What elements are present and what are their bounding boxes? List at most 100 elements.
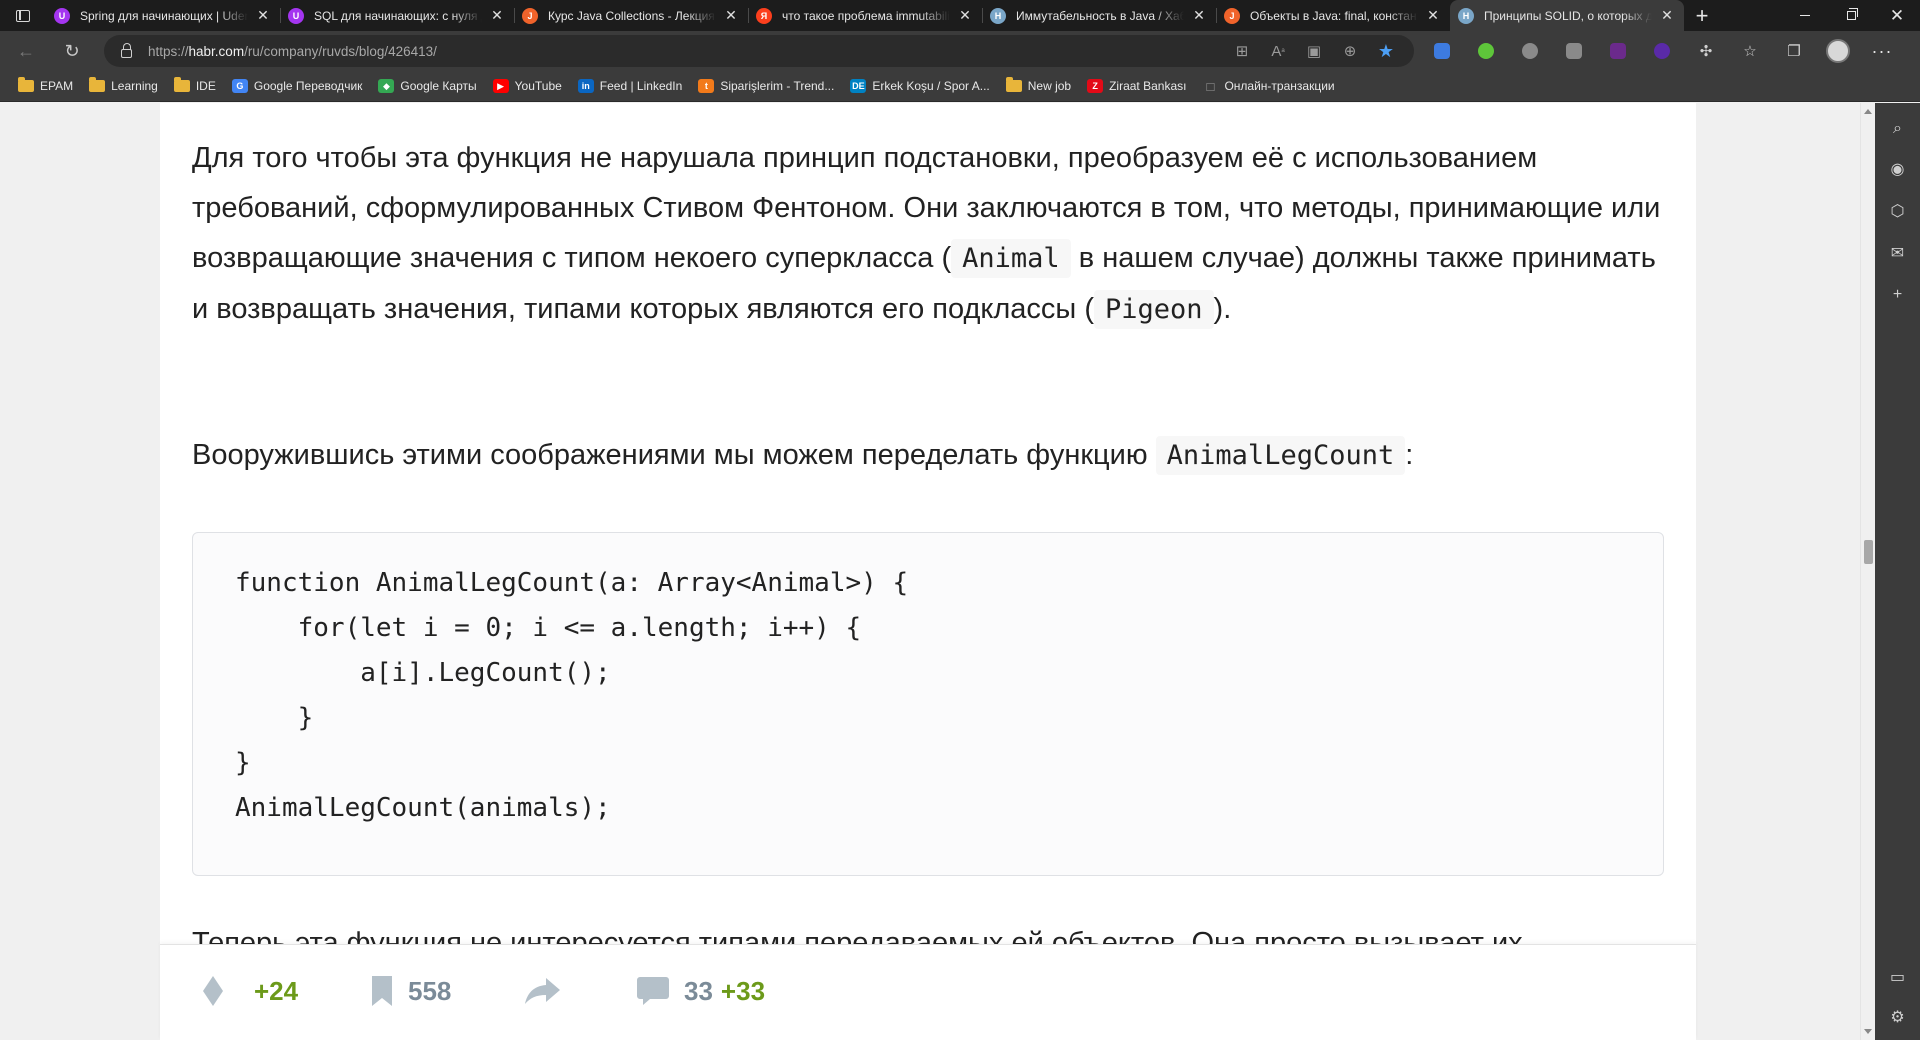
- favorite-item[interactable]: G Google Переводчик: [226, 73, 369, 99]
- sidebar-settings-icon[interactable]: ⚙: [1875, 999, 1920, 1035]
- profile-avatar[interactable]: [1816, 31, 1860, 71]
- favorite-label: EPAM: [40, 79, 74, 93]
- restore-icon: [1846, 8, 1858, 20]
- tab-title: что такое проблема immutability в java: [782, 8, 950, 23]
- favorite-item[interactable]: Learning: [83, 73, 164, 99]
- close-window-button[interactable]: ✕: [1874, 0, 1920, 31]
- translator-extension-icon[interactable]: [1420, 31, 1464, 71]
- outlook-icon[interactable]: ✉: [1875, 235, 1920, 271]
- comment-icon: [637, 977, 669, 1005]
- tab-actions-button[interactable]: [0, 0, 46, 31]
- inline-code: AnimalLegCount: [1155, 436, 1406, 475]
- immersive-reader-icon[interactable]: ▣: [1296, 35, 1332, 67]
- tab-close-icon[interactable]: ✕: [956, 7, 974, 25]
- url-text[interactable]: https://habr.com/ru/company/ruvds/blog/4…: [148, 44, 437, 59]
- scroll-up-icon[interactable]: [1864, 109, 1872, 114]
- rating-value: +24: [254, 975, 299, 1006]
- collections-icon[interactable]: ❐: [1772, 31, 1816, 71]
- code-block: function AnimalLegCount(a: Array<Animal>…: [192, 532, 1664, 876]
- browser-tab[interactable]: Ячто такое проблема immutability в java ✕: [748, 0, 982, 31]
- article-body: Для того чтобы эта функция не нарушала п…: [160, 103, 1696, 1040]
- favorite-item[interactable]: ▶ YouTube: [487, 73, 568, 99]
- sidebar-layout-icon[interactable]: ▭: [1875, 959, 1920, 995]
- rating-icon: [203, 976, 223, 1006]
- folder-icon: [89, 77, 106, 92]
- add-sidebar-app-icon[interactable]: +: [1875, 277, 1920, 313]
- code-content: function AnimalLegCount(a: Array<Animal>…: [235, 568, 909, 823]
- article-paragraph: Вооружившись этими соображениями мы може…: [192, 430, 1672, 481]
- app-available-icon[interactable]: ⊞: [1224, 35, 1260, 67]
- browser-tab[interactable]: U SQL для начинающих: с нуля до сертифика…: [280, 0, 514, 31]
- comments-button[interactable]: 33 +33: [636, 971, 765, 1011]
- copilot-icon[interactable]: ◉: [1875, 151, 1920, 187]
- tab-close-icon[interactable]: ✕: [1658, 7, 1676, 25]
- tab-list: U Spring для начинающих | Udemy ✕ U SQL для …: [46, 0, 1684, 31]
- favorite-item[interactable]: EPAM: [12, 73, 79, 99]
- inline-code: Pigeon: [1094, 290, 1214, 329]
- tab-close-icon[interactable]: ✕: [1424, 7, 1442, 25]
- restore-button[interactable]: [1828, 0, 1874, 31]
- favorite-label: Erkek Koşu / Spor A...: [872, 79, 990, 93]
- share-button[interactable]: [522, 971, 562, 1011]
- extension-icon[interactable]: [1640, 31, 1684, 71]
- tab-title: Объекты в Java: final, константы и ...: [1250, 8, 1418, 23]
- folder-icon: [18, 77, 34, 92]
- tab-close-icon[interactable]: ✕: [254, 7, 272, 25]
- address-bar[interactable]: https://habr.com/ru/company/ruvds/blog/4…: [104, 35, 1414, 67]
- browser-tab[interactable]: H Иммутабельность в Java / Хабр ✕: [982, 0, 1216, 31]
- favorite-item[interactable]: ◆ Google Карты: [372, 73, 482, 99]
- zoom-icon[interactable]: ⊕: [1332, 35, 1368, 67]
- favorite-label: New job: [1027, 79, 1072, 93]
- tab-title: Курс Java Collections - Лекция: ...: [548, 8, 716, 23]
- bookmark-button[interactable]: 558: [370, 971, 451, 1011]
- minimize-icon: [1800, 15, 1810, 16]
- youtube-icon: ▶: [492, 79, 509, 93]
- refresh-icon: ↻: [64, 40, 80, 61]
- close-icon: ✕: [1889, 5, 1905, 25]
- lock-icon: [121, 42, 132, 58]
- page-viewport: Для того чтобы эта функция не нарушала п…: [0, 103, 1860, 1040]
- shopping-icon[interactable]: ⬡: [1875, 193, 1920, 229]
- favorite-item[interactable]: Z Ziraat Bankası: [1081, 73, 1192, 99]
- extension-icon[interactable]: [1508, 31, 1552, 71]
- favorite-item[interactable]: □ Онлайн-транзакции: [1196, 73, 1340, 99]
- page-icon: □: [1206, 78, 1215, 94]
- page-scrollbar[interactable]: [1860, 103, 1875, 1040]
- google-translate-icon: G: [231, 79, 248, 93]
- extension-icon[interactable]: [1552, 31, 1596, 71]
- favorite-item[interactable]: in Feed | LinkedIn: [572, 73, 689, 99]
- new-tab-button[interactable]: +: [1684, 0, 1720, 31]
- favorite-item[interactable]: IDE: [168, 73, 222, 99]
- tab-title: Принципы SOLID, о которых должен знать: [1484, 8, 1652, 23]
- favorites-icon[interactable]: ☆: [1728, 31, 1772, 71]
- scrollbar-thumb[interactable]: [1864, 540, 1873, 564]
- tab-close-icon[interactable]: ✕: [488, 7, 506, 25]
- tab-close-icon[interactable]: ✕: [1190, 7, 1208, 25]
- minimize-button[interactable]: [1782, 0, 1828, 31]
- tab-title: Spring для начинающих | Udemy: [80, 8, 248, 23]
- extensions-bar: ✣ ☆ ❐ ···: [1420, 31, 1904, 71]
- browser-tab[interactable]: H Принципы SOLID, о которых должен знать ✕: [1450, 0, 1684, 31]
- browser-tab[interactable]: J Объекты в Java: final, константы и ... ✕: [1216, 0, 1450, 31]
- favorite-item[interactable]: t Siparişlerim - Trend...: [692, 73, 840, 99]
- settings-menu-button[interactable]: ···: [1860, 31, 1904, 71]
- favorite-item[interactable]: New job: [1000, 73, 1077, 99]
- extensions-puzzle-icon[interactable]: ✣: [1684, 31, 1728, 71]
- favorite-item[interactable]: DE Erkek Koşu / Spor A...: [844, 73, 995, 99]
- trendyol-icon: t: [698, 79, 715, 93]
- browser-tab[interactable]: U Spring для начинающих | Udemy ✕: [46, 0, 280, 31]
- browser-tab[interactable]: J Курс Java Collections - Лекция: ... ✕: [514, 0, 748, 31]
- scroll-down-icon[interactable]: [1864, 1029, 1872, 1034]
- back-button[interactable]: ←: [8, 31, 44, 71]
- refresh-button[interactable]: ↻: [54, 31, 90, 71]
- grammar-extension-icon[interactable]: [1464, 31, 1508, 71]
- extension-icon[interactable]: [1596, 31, 1640, 71]
- new-comment-count: +33: [720, 975, 766, 1006]
- rating-button[interactable]: +24: [200, 971, 298, 1011]
- search-icon[interactable]: ⌕: [1875, 111, 1920, 147]
- read-aloud-icon[interactable]: Aᵃ: [1260, 35, 1296, 67]
- arrow-left-icon: ←: [17, 40, 35, 61]
- tab-close-icon[interactable]: ✕: [722, 7, 740, 25]
- favorite-star-icon[interactable]: ★: [1368, 35, 1404, 67]
- tab-title: Иммутабельность в Java / Хабр: [1016, 8, 1184, 23]
